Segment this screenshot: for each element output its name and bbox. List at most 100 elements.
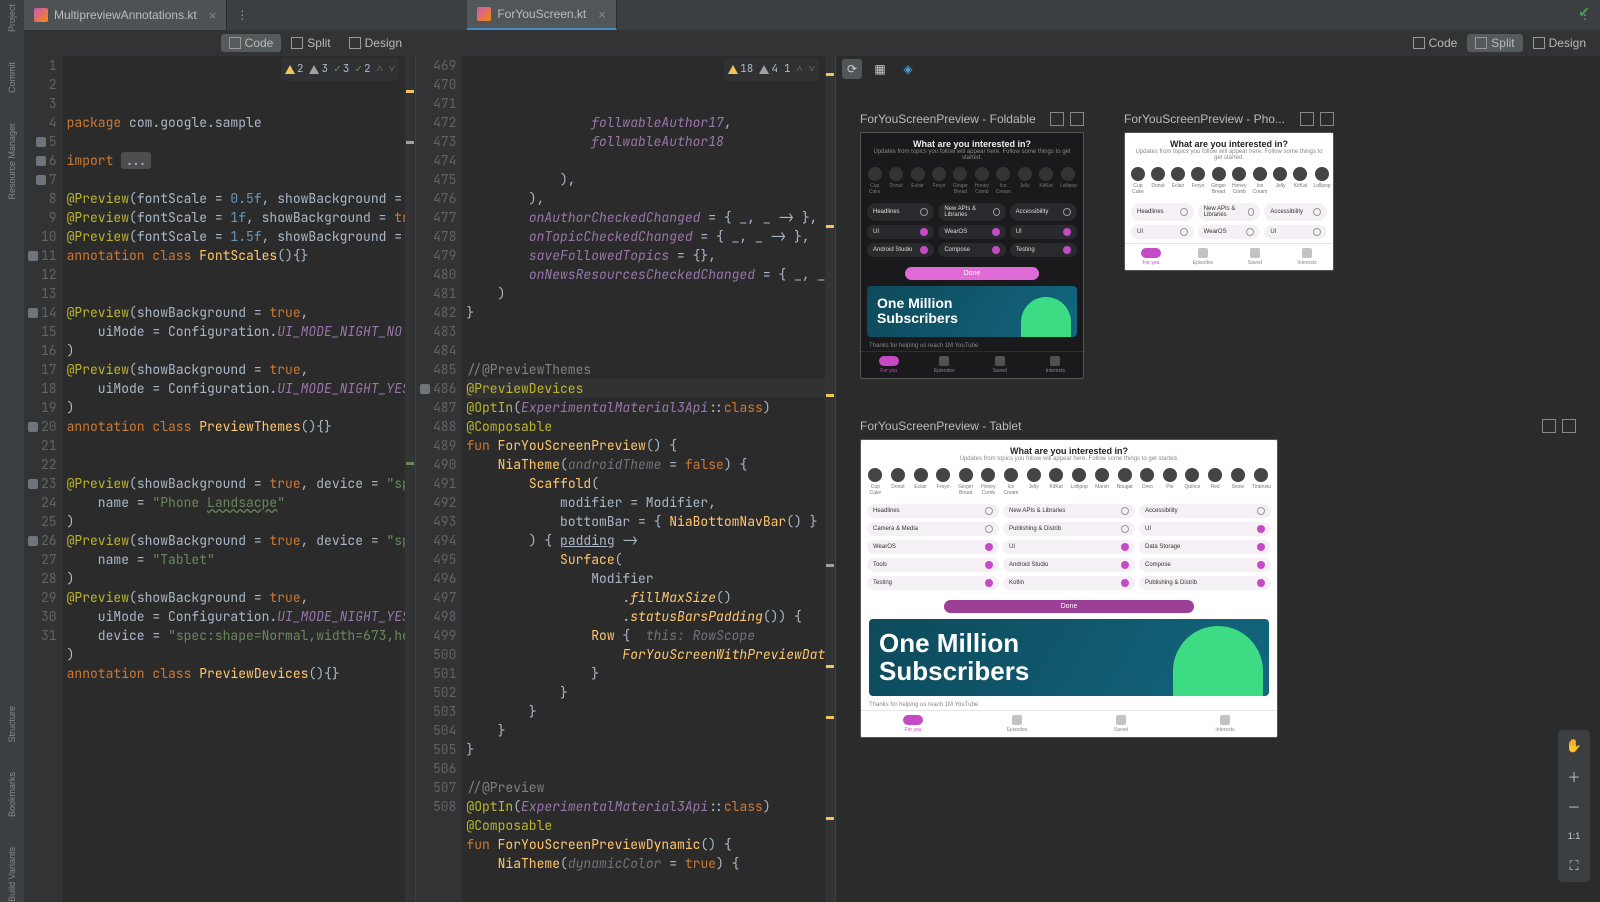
gutter-run-icon[interactable] — [28, 479, 38, 489]
code-line[interactable]: Row { this: RowScope — [466, 626, 825, 645]
preview-layout-button[interactable]: ▦ — [870, 59, 890, 79]
code-line[interactable] — [67, 455, 405, 474]
device-icon[interactable] — [1070, 112, 1084, 126]
code-line[interactable]: name = "Phone Landsacpe" — [67, 493, 405, 512]
code-line[interactable]: ), — [466, 170, 825, 189]
code-line[interactable]: } — [466, 683, 825, 702]
editor-right[interactable]: 4694704714724734744754764774784794804814… — [416, 56, 836, 902]
editor-left[interactable]: 1234567891011121314151617181920212223242… — [24, 56, 416, 902]
gutter-run-icon[interactable] — [36, 156, 46, 166]
code-line[interactable] — [466, 341, 825, 360]
gutter-run-icon[interactable] — [36, 175, 46, 185]
code-line[interactable]: } — [466, 303, 825, 322]
code-line[interactable]: @PreviewDevices — [466, 379, 825, 398]
inspections-right[interactable]: 18 4 1 ˄ ˅ — [724, 58, 819, 81]
code-line[interactable]: @Preview(showBackground = true, — [67, 588, 405, 607]
code-line[interactable]: @Composable — [466, 417, 825, 436]
code-line[interactable]: onTopicCheckedChanged = { _, _ -> }, — [466, 227, 825, 246]
zoom-in-button[interactable]: ＋ — [1562, 764, 1586, 788]
code-line[interactable]: package com.google.sample — [67, 113, 405, 132]
code-line[interactable]: uiMode = Configuration.UI_MODE_NIGHT_NO … — [67, 322, 405, 341]
code-line[interactable] — [67, 284, 405, 303]
code-line[interactable] — [466, 322, 825, 341]
mode-design[interactable]: Design — [341, 34, 410, 52]
code-line[interactable]: ), — [466, 189, 825, 208]
code-line[interactable]: uiMode = Configuration.UI_MODE_NIGHT_YES… — [67, 607, 405, 626]
gutter-run-icon[interactable] — [28, 422, 38, 432]
code-line[interactable]: uiMode = Configuration.UI_MODE_NIGHT_YES… — [67, 379, 405, 398]
close-icon[interactable]: × — [209, 8, 217, 23]
mode-code[interactable]: Code — [221, 34, 282, 52]
code-line[interactable]: @Composable — [466, 816, 825, 835]
code-line[interactable]: //@Preview — [466, 778, 825, 797]
mode-split[interactable]: Split — [1467, 34, 1522, 52]
tab-multipreview[interactable]: MultipreviewAnnotations.kt × — [24, 0, 227, 30]
code-line[interactable]: follwableAuthor17, — [466, 113, 825, 132]
code-line[interactable]: annotation class PreviewThemes(){} — [67, 417, 405, 436]
code-line[interactable]: fun ForYouScreenPreviewDynamic() { — [466, 835, 825, 854]
code-line[interactable]: saveFollowedTopics = {}, — [466, 246, 825, 265]
code-line[interactable]: @Preview(showBackground = true, device =… — [67, 474, 405, 493]
preview-foldable[interactable]: ForYouScreenPreview - Foldable What are … — [860, 112, 1084, 379]
code-line[interactable] — [67, 132, 405, 151]
pan-button[interactable]: ✋ — [1562, 734, 1586, 758]
code-line[interactable] — [67, 170, 405, 189]
chevron-down-icon[interactable]: ˅ — [809, 60, 815, 79]
tab-overflow-left[interactable]: ⋮ — [227, 0, 257, 30]
chevron-down-icon[interactable]: ˅ — [389, 60, 395, 79]
code-line[interactable]: bottomBar = { NiaBottomNavBar() } — [466, 512, 825, 531]
code-line[interactable] — [67, 683, 405, 702]
chevron-up-icon[interactable]: ˄ — [377, 60, 383, 79]
inspections-left[interactable]: 2 3 ✓3 ✓2 ˄ ˅ — [281, 58, 399, 81]
zoom-reset-button[interactable]: 1:1 — [1562, 824, 1586, 848]
close-icon[interactable]: × — [598, 7, 606, 22]
code-line[interactable]: ForYouScreenWithPreviewData() — [466, 645, 825, 664]
gutter-run-icon[interactable] — [28, 308, 38, 318]
code-line[interactable]: } — [466, 721, 825, 740]
tool-commit[interactable]: Commit — [7, 62, 17, 93]
code-line[interactable]: ) — [466, 284, 825, 303]
code-line[interactable]: onAuthorCheckedChanged = { _, _ -> }, — [466, 208, 825, 227]
gutter-run-icon[interactable] — [28, 536, 38, 546]
preview-refresh-button[interactable]: ⟳ — [842, 59, 862, 79]
code-line[interactable]: NiaTheme(dynamicColor = true) { — [466, 854, 825, 873]
interactive-icon[interactable] — [1050, 112, 1064, 126]
mode-split[interactable]: Split — [283, 34, 338, 52]
chevron-up-icon[interactable]: ˄ — [797, 60, 803, 79]
code-line[interactable]: Scaffold( — [466, 474, 825, 493]
mode-code[interactable]: Code — [1405, 34, 1466, 52]
code-line[interactable]: @Preview(showBackground = true, — [67, 360, 405, 379]
code-line[interactable]: follwableAuthor18 — [466, 132, 825, 151]
code-line[interactable]: modifier = Modifier, — [466, 493, 825, 512]
tool-project[interactable]: Project — [7, 4, 17, 32]
code-line[interactable]: Modifier — [466, 569, 825, 588]
zoom-fit-button[interactable]: ⛶ — [1562, 854, 1586, 878]
tool-build-variants[interactable]: Build Variants — [7, 847, 17, 902]
code-line[interactable] — [466, 151, 825, 170]
mode-design[interactable]: Design — [1525, 34, 1594, 52]
code-line[interactable]: } — [466, 740, 825, 759]
code-line[interactable]: fun ForYouScreenPreview() { — [466, 436, 825, 455]
code-line[interactable]: Surface( — [466, 550, 825, 569]
tool-resource[interactable]: Resource Manager — [7, 123, 17, 200]
code-line[interactable]: ) — [67, 512, 405, 531]
code-line[interactable] — [466, 759, 825, 778]
code-line[interactable]: name = "Tablet" — [67, 550, 405, 569]
preview-layers-button[interactable]: ◈ — [898, 59, 918, 79]
code-line[interactable]: NiaTheme(androidTheme = false) { — [466, 455, 825, 474]
preview-phone[interactable]: ForYouScreenPreview - Pho... What are yo… — [1124, 112, 1334, 379]
code-line[interactable]: ) { padding -> — [466, 531, 825, 550]
code-line[interactable]: .fillMaxSize() — [466, 588, 825, 607]
code-line[interactable]: //@PreviewThemes — [466, 360, 825, 379]
device-icon[interactable] — [1562, 419, 1576, 433]
code-line[interactable]: @Preview(fontScale = 0.5f, showBackgroun… — [67, 189, 405, 208]
code-line[interactable]: annotation class FontScales(){} — [67, 246, 405, 265]
code-line[interactable]: @Preview(fontScale = 1.5f, showBackgroun… — [67, 227, 405, 246]
interactive-icon[interactable] — [1300, 112, 1314, 126]
code-line[interactable] — [67, 436, 405, 455]
zoom-out-button[interactable]: － — [1562, 794, 1586, 818]
code-line[interactable]: ) — [67, 341, 405, 360]
code-line[interactable]: @OptIn(ExperimentalMaterial3Api::class) — [466, 398, 825, 417]
tool-bookmarks[interactable]: Bookmarks — [7, 772, 17, 817]
code-line[interactable]: onNewsResourcesCheckedChanged = { _, _ -… — [466, 265, 825, 284]
